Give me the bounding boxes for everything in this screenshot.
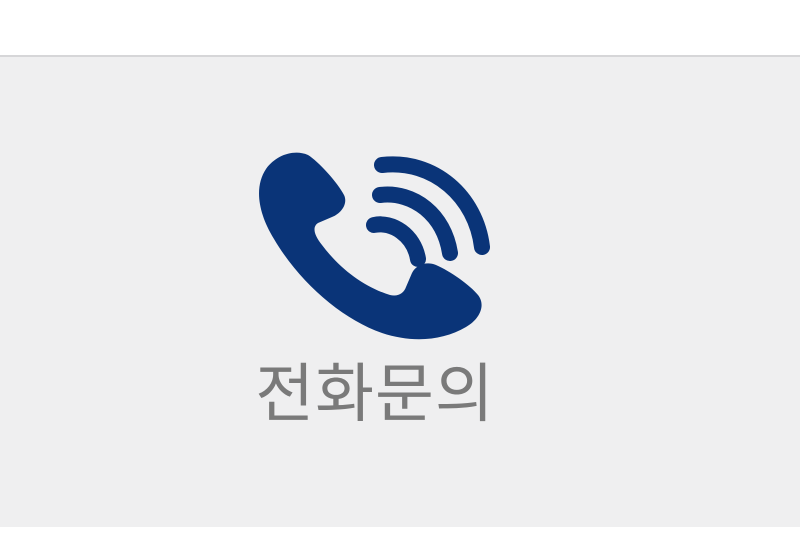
phone-call-icon: [242, 143, 492, 343]
page: 전화문의: [0, 0, 800, 533]
phone-inquiry-label: 전화문의: [255, 358, 495, 432]
top-whitespace: [0, 0, 800, 55]
bottom-whitespace: [0, 527, 800, 533]
phone-inquiry-button[interactable]: 전화문의: [230, 135, 520, 445]
